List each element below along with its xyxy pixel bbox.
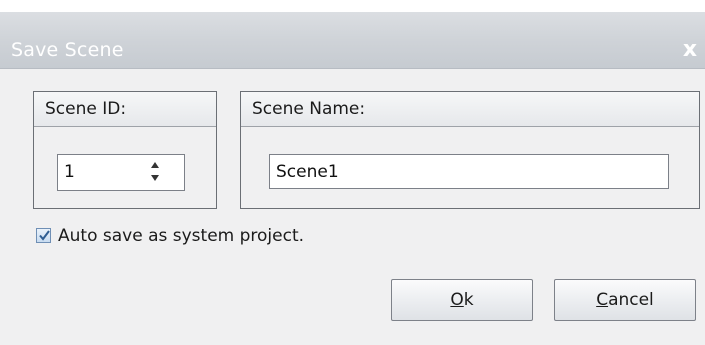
checkmark-icon [39,230,50,241]
auto-save-checkbox[interactable] [36,228,51,243]
scene-id-value[interactable]: 1 [64,162,75,182]
scene-id-stepper[interactable]: 1 [57,154,185,191]
scene-id-label: Scene ID: [45,99,127,119]
top-strip [0,0,705,12]
ok-button[interactable]: Ok [391,279,533,321]
cancel-label-rest: ancel [608,290,654,310]
scene-name-label: Scene Name: [252,99,366,119]
cancel-button[interactable]: Cancel [554,279,696,321]
auto-save-label[interactable]: Auto save as system project. [58,226,304,246]
scene-name-header: Scene Name: [241,92,699,127]
close-icon[interactable]: x [679,39,701,61]
ok-mnemonic: O [450,290,464,310]
scene-name-input[interactable] [269,154,669,189]
scene-id-group: Scene ID: 1 [33,91,217,209]
title-bar[interactable]: Save Scene x [0,12,705,69]
scene-id-header: Scene ID: [34,92,216,127]
cancel-mnemonic: C [596,290,609,310]
window-title: Save Scene [11,39,124,61]
spin-arrows-icon[interactable] [148,159,162,185]
ok-label-rest: k [463,290,474,310]
scene-name-group: Scene Name: [240,91,700,209]
save-scene-dialog: Save Scene x Scene ID: 1 Scene Name: Sce… [0,0,705,345]
